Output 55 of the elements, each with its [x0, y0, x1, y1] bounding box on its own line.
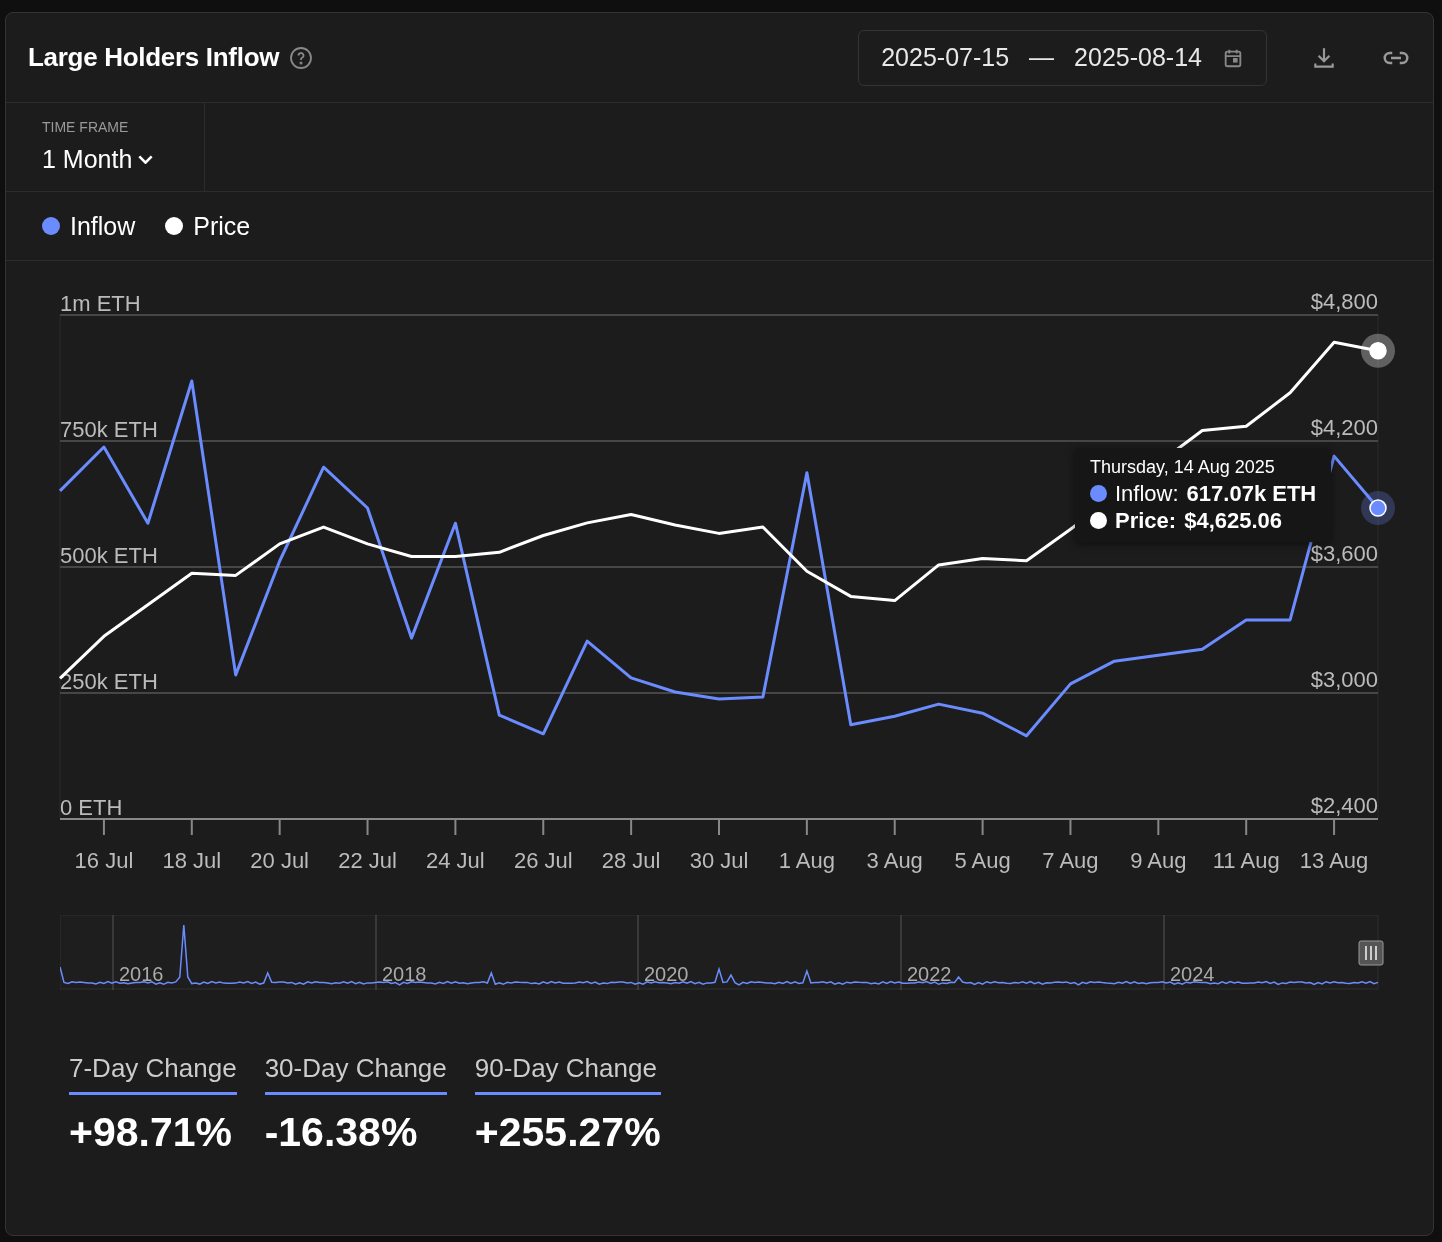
time-frame-dropdown[interactable]: 1 Month — [42, 145, 154, 174]
x-axis-label: 13 Aug — [1299, 848, 1369, 873]
stat-value: +255.27% — [474, 1109, 661, 1156]
year-label: 2022 — [907, 963, 952, 985]
year-label: 2024 — [1170, 963, 1215, 985]
x-axis-label: 5 Aug — [954, 848, 1011, 873]
year-label: 2020 — [644, 963, 689, 985]
y-axis-label: 1m ETH — [60, 291, 141, 316]
x-axis-label: 18 Jul — [162, 848, 222, 873]
x-axis-label: 16 Jul — [74, 848, 134, 873]
x-axis-label: 30 Jul — [689, 848, 749, 873]
x-axis-label: 1 Aug — [778, 848, 835, 873]
legend-label: Inflow — [70, 211, 136, 241]
tooltip-label: Inflow: — [1115, 480, 1179, 507]
highlight-point — [1361, 491, 1395, 526]
x-axis-label: 24 Jul — [426, 848, 485, 873]
date-separator: — — [1029, 43, 1055, 72]
year-label: 2018 — [382, 963, 427, 985]
y-axis-label: 750k ETH — [60, 417, 158, 442]
y-axis-label: 500k ETH — [60, 543, 158, 568]
year-label: 2016 — [119, 963, 164, 985]
tooltip-date: Thursday, 14 Aug 2025 — [1090, 456, 1276, 478]
stat-label: 90-Day Change — [474, 1053, 661, 1095]
start-date: 2025-07-15 — [881, 43, 1010, 72]
time-frame-label: TIME FRAME — [42, 119, 130, 135]
chevron-down-icon — [138, 155, 154, 164]
stat-value: +98.71% — [69, 1109, 233, 1156]
y-axis-label: $2,400 — [1310, 793, 1378, 818]
legend-label: Price — [193, 211, 251, 241]
y-axis-label: $4,800 — [1310, 289, 1378, 314]
stat-label: 30-Day Change — [264, 1053, 447, 1095]
y-axis-label: $3,600 — [1310, 541, 1378, 566]
y-axis-label: $3,000 — [1310, 667, 1378, 692]
x-axis-label: 22 Jul — [338, 848, 397, 873]
x-axis-label: 11 Aug — [1212, 848, 1280, 873]
x-axis-label: 20 Jul — [250, 848, 310, 873]
handle-icon[interactable] — [1358, 940, 1384, 966]
x-axis-label: 3 Aug — [866, 848, 923, 873]
y-axis-label: 0 ETH — [60, 795, 123, 820]
x-axis-label: 9 Aug — [1130, 848, 1187, 873]
stat-label: 7-Day Change — [69, 1053, 237, 1095]
x-axis-label: 7 Aug — [1042, 848, 1099, 873]
tooltip-label: Price: — [1115, 507, 1177, 534]
tooltip-value: $4,625.06 — [1184, 507, 1283, 534]
y-axis-label: $4,200 — [1310, 415, 1378, 440]
y-axis-label: 250k ETH — [60, 669, 158, 694]
tooltip-value: 617.07k ETH — [1186, 480, 1317, 507]
highlight-point — [1361, 333, 1395, 368]
help-icon[interactable] — [289, 45, 314, 70]
date-range-picker[interactable]: 2025-07-15 — 2025-08-14 — [858, 29, 1267, 86]
x-axis-label: 28 Jul — [601, 848, 661, 873]
stat-value: -16.38% — [264, 1109, 419, 1156]
end-date: 2025-08-14 — [1074, 43, 1202, 72]
card-title: Large Holders Inflow — [28, 42, 280, 73]
x-axis-label: 26 Jul — [513, 848, 573, 873]
